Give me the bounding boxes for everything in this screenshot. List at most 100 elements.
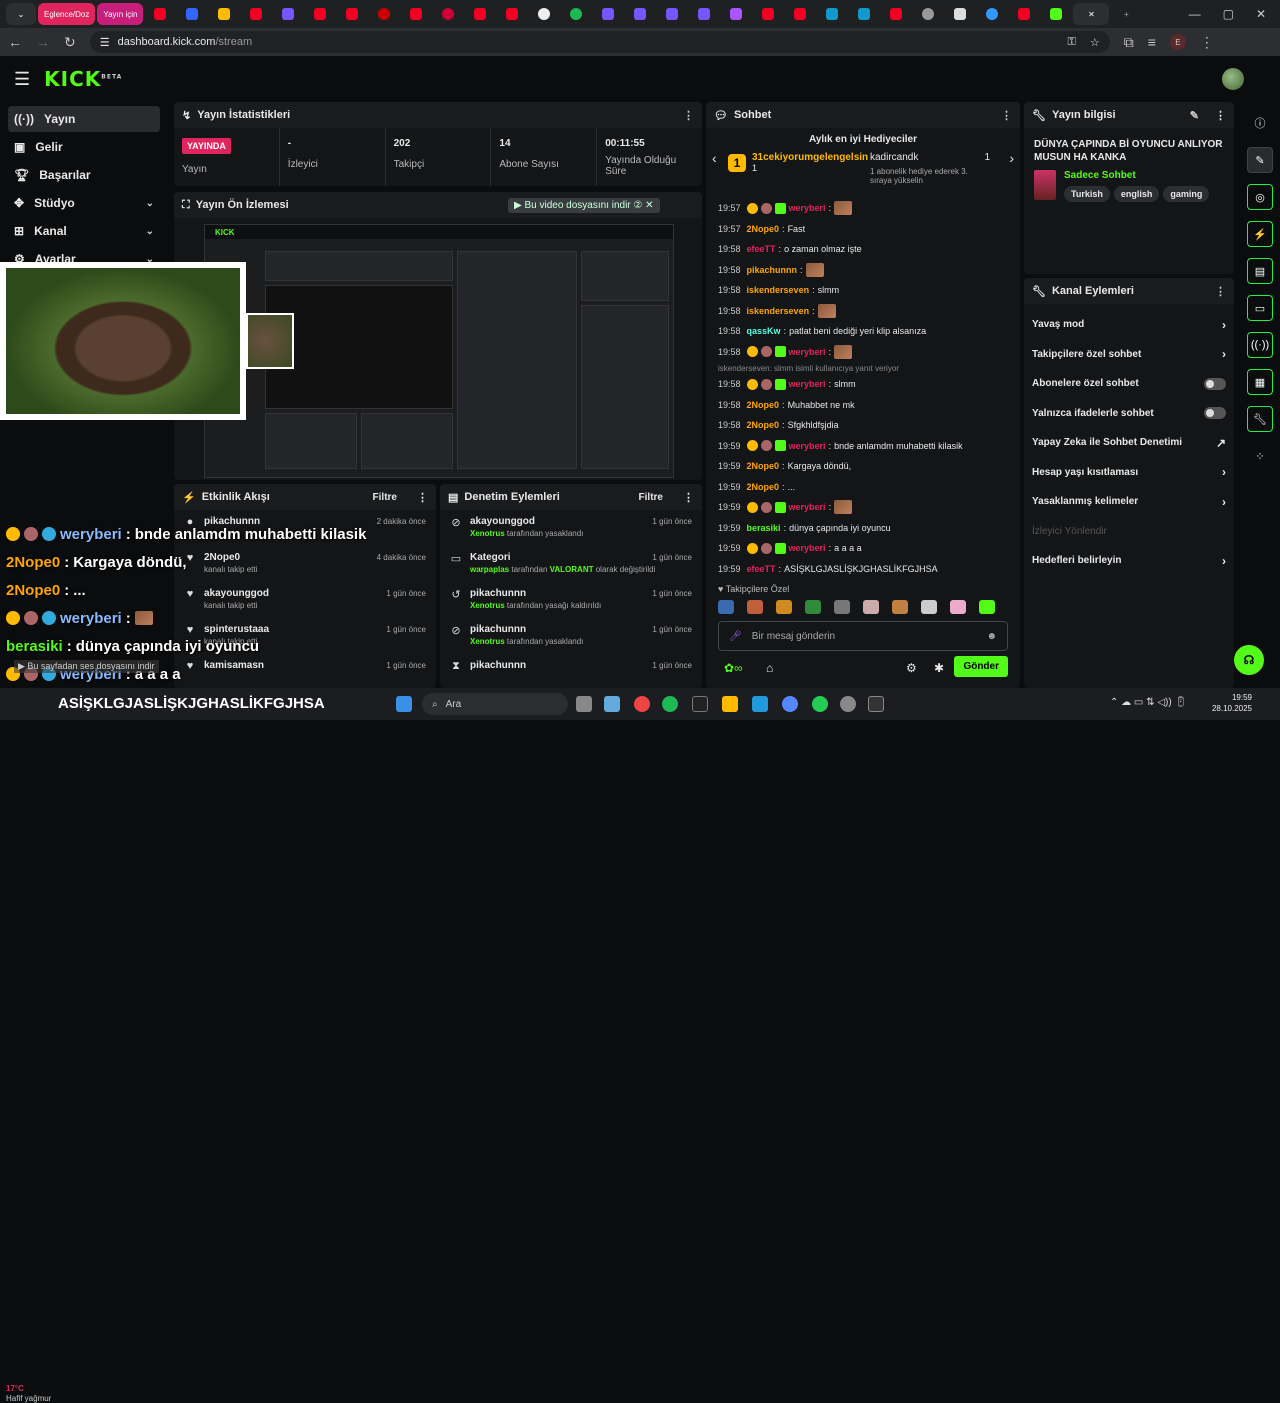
windows-start-icon[interactable] <box>396 696 412 712</box>
tab-drive[interactable] <box>209 3 239 25</box>
edit-icon[interactable]: ✎ <box>1190 109 1199 122</box>
tab-youtube[interactable] <box>145 3 175 25</box>
list-item[interactable]: ↺ pikachunnn Xenotrus tarafından yasağı ka… <box>440 582 702 618</box>
chat-message[interactable]: 19:58 2Nope0: Sfgkhldfşjdia <box>706 415 1020 436</box>
download-audio-hint[interactable]: ▶ Bu sayfadan ses dosyasını indir <box>14 660 159 673</box>
menu-icon[interactable]: ⋮ <box>1200 34 1214 51</box>
document-icon[interactable]: ▤ <box>1247 258 1273 284</box>
chat-message[interactable]: 19:59 weryberi: <box>706 497 1020 518</box>
tab-youtube-4[interactable] <box>337 3 367 25</box>
message-user[interactable]: 2Nope0 <box>747 224 780 234</box>
tab-close-button[interactable]: ✕ <box>1073 3 1110 25</box>
hamburger-menu-icon[interactable]: ☰ <box>14 69 30 90</box>
more-options-icon[interactable]: ⋮ <box>1215 109 1226 122</box>
gifter-name[interactable]: 31cekiyorumgelengelsin <box>752 152 868 163</box>
copilot-icon[interactable] <box>604 696 620 712</box>
tab-group-yayin[interactable]: Yayın için <box>97 3 144 25</box>
bolt-icon[interactable]: ⚡ <box>1247 221 1273 247</box>
message-user[interactable]: efeeTT <box>747 564 776 574</box>
message-user[interactable]: iskenderseven <box>747 306 810 316</box>
vscode-icon[interactable] <box>752 696 768 712</box>
chrome-icon[interactable] <box>634 696 650 712</box>
chevron-right-icon[interactable]: › <box>1009 150 1014 166</box>
emotes-only-toggle[interactable] <box>1204 407 1226 420</box>
emote-picker-item[interactable] <box>921 600 937 614</box>
chat-message[interactable]: 19:58 2Nope0: Muhabbet ne mk <box>706 395 1020 416</box>
gifter-name[interactable]: kadircandk <box>870 152 918 163</box>
message-user[interactable]: weryberi <box>789 347 826 357</box>
tab-openai[interactable] <box>913 3 943 25</box>
kick-points-icon[interactable]: ✿∞ <box>724 661 743 675</box>
store-icon[interactable]: ⌂ <box>766 661 773 675</box>
tab-target[interactable] <box>369 3 399 25</box>
tab-list-button[interactable]: ⌄ <box>6 3 36 25</box>
tab-youtube-8[interactable] <box>753 3 783 25</box>
sidebar-item-gelir[interactable]: ▣ Gelir <box>8 134 160 160</box>
tab-music[interactable] <box>433 3 463 25</box>
profile-icon[interactable]: E <box>1169 34 1186 50</box>
list-item[interactable]: ⊘ akayounggod Xenotrus tarafından yasaklan… <box>440 510 702 546</box>
sidebar-item-studyo[interactable]: ✥ Stüdyo ⌄ <box>8 190 160 216</box>
more-options-icon[interactable]: ⋮ <box>683 109 694 122</box>
more-options-icon[interactable]: ⋮ <box>1215 285 1226 298</box>
message-user[interactable]: 2Nope0 <box>747 400 780 410</box>
edit-icon[interactable]: ✎ <box>1247 147 1273 173</box>
chat-icon[interactable]: ▭ <box>1247 295 1273 321</box>
category-link[interactable]: Sadece Sohbet <box>1064 170 1213 181</box>
forward-icon[interactable]: → <box>36 34 50 50</box>
tab-youtube-10[interactable] <box>881 3 911 25</box>
message-user[interactable]: iskenderseven <box>747 285 810 295</box>
sidebar-item-yayin[interactable]: ((·)) Yayın <box>8 106 160 132</box>
taskbar-search[interactable]: ⌕ Ara <box>422 693 568 715</box>
tab-youtube-2[interactable] <box>241 3 271 25</box>
filter-button[interactable]: Filtre <box>373 492 397 503</box>
chat-message[interactable]: 19:57 2Nope0: Fast <box>706 219 1020 240</box>
key-icon[interactable]: ⚿ <box>1067 36 1075 49</box>
filter-button[interactable]: Filtre <box>639 492 663 503</box>
emoji-icon[interactable]: ☻ <box>986 631 997 642</box>
site-info-icon[interactable]: ☰ <box>100 36 110 49</box>
chat-message[interactable]: 19:58 weryberi: slmm <box>706 374 1020 395</box>
more-options-icon[interactable]: ⋮ <box>1001 109 1012 122</box>
mic-icon[interactable]: 🎤︎ <box>729 631 742 642</box>
chat-message[interactable]: 19:59 2Nope0:... <box>706 477 1020 498</box>
reload-icon[interactable]: ↻ <box>64 34 76 51</box>
message-user[interactable]: weryberi <box>789 379 826 389</box>
maximize-icon[interactable]: ▢ <box>1223 7 1234 21</box>
terminal-icon[interactable] <box>868 696 884 712</box>
tab-feather[interactable] <box>273 3 303 25</box>
message-user[interactable]: weryberi <box>789 502 826 512</box>
settings-icon[interactable]: ⚙ <box>906 661 917 675</box>
steam-icon[interactable] <box>840 696 856 712</box>
list-item[interactable]: ⊘ pikachunnn Xenotrus tarafından yasakland… <box>440 618 702 654</box>
message-user[interactable]: pikachunnn <box>747 265 798 275</box>
message-user[interactable]: efeeTT <box>747 244 776 254</box>
close-icon[interactable]: ✕ <box>1256 7 1266 21</box>
action-slow-mode[interactable]: Yavaş mod › <box>1024 310 1234 340</box>
message-user[interactable]: berasiki <box>747 523 781 533</box>
emote-picker-item[interactable] <box>834 600 850 614</box>
download-video-button[interactable]: ▶ Bu video dosyasını indir ② ✕ <box>508 198 660 213</box>
tab-youtube-3[interactable] <box>305 3 335 25</box>
action-followers-only[interactable]: Takipçilere özel sohbet › <box>1024 340 1234 370</box>
list-item[interactable]: ⧗ pikachunnn 1 gün önce <box>440 654 702 688</box>
chat-message[interactable]: 19:58 iskenderseven: slmm <box>706 280 1020 301</box>
wrench-icon[interactable]: 🔧︎ <box>1247 406 1273 432</box>
folder-icon[interactable] <box>722 696 738 712</box>
chat-input[interactable]: 🎤︎ Bir mesaj gönderin ☻ <box>718 621 1008 651</box>
emote-picker-item[interactable] <box>747 600 763 614</box>
tab-kick[interactable] <box>1041 3 1071 25</box>
gift-icon[interactable]: ✱ <box>934 661 944 675</box>
broadcast-icon[interactable]: ((·)) <box>1247 332 1273 358</box>
action-emotes-only[interactable]: Yalnızca ifadelerle sohbet <box>1024 399 1234 429</box>
chat-message[interactable]: 19:59 2Nope0: Kargaya döndü, <box>706 456 1020 477</box>
message-user[interactable]: weryberi <box>789 441 826 451</box>
focus-icon[interactable]: ◎ <box>1247 184 1273 210</box>
emote-picker-item[interactable] <box>805 600 821 614</box>
new-tab-button[interactable]: + <box>1111 3 1141 25</box>
chat-message[interactable]: 19:57 weryberi: <box>706 198 1020 219</box>
apps-icon[interactable]: ⁘ <box>1247 443 1273 469</box>
help-button[interactable]: ☊ <box>1234 645 1264 675</box>
message-user[interactable]: 2Nope0 <box>747 420 780 430</box>
chat-message[interactable]: 19:59 berasiki: dünya çapında iyi oyuncu <box>706 518 1020 539</box>
